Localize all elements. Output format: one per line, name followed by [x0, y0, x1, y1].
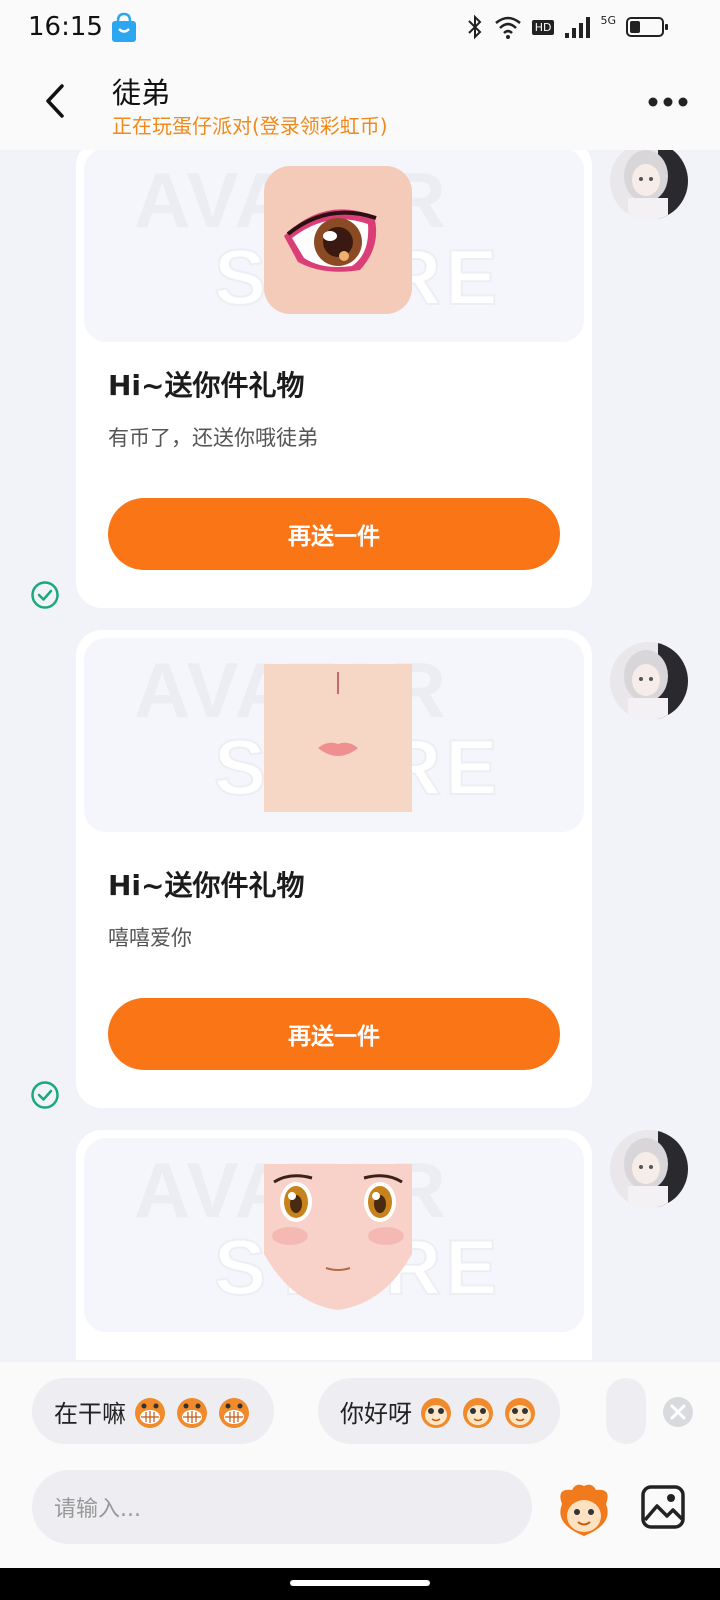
gift-face-thumbnail	[264, 664, 412, 812]
quick-reply-text: 在干嘛	[54, 1399, 126, 1428]
wave-emoji-icon	[463, 1398, 493, 1428]
quick-reply-chip[interactable]	[606, 1378, 646, 1444]
status-time: 16:15	[28, 12, 103, 42]
grin-emoji-icon	[135, 1398, 165, 1428]
close-quick-replies-icon[interactable]	[662, 1396, 694, 1428]
delivered-check-icon	[31, 581, 59, 609]
quick-replies-bar: 在干嘛 你好呀	[0, 1362, 720, 1452]
gift-anime-face-thumbnail	[264, 1164, 412, 1310]
gift-title: Hi~送你件礼物	[108, 369, 305, 402]
chat-messages[interactable]: AVATAR STORE Hi~送你件礼物 有币了，还送你哦徒弟 再送一件	[0, 150, 720, 1360]
send-another-button[interactable]: 再送一件	[108, 498, 560, 570]
gift-image-area[interactable]: AVATAR STORE	[84, 150, 584, 342]
gift-message-text: 嘻嘻爱你	[108, 926, 192, 950]
wave-emoji-icon	[505, 1398, 535, 1428]
emoji-mascot-icon[interactable]	[554, 1480, 614, 1540]
more-dots-icon	[648, 97, 688, 107]
quick-reply-chip[interactable]: 你好呀	[318, 1378, 560, 1444]
contact-status[interactable]: 正在玩蛋仔派对(登录领彩虹币)	[112, 110, 388, 139]
message-input[interactable]: 请输入...	[32, 1470, 532, 1544]
image-picker-icon[interactable]	[640, 1484, 686, 1530]
input-bar: 请输入...	[0, 1452, 720, 1568]
quick-reply-text: 你好呀	[340, 1399, 412, 1428]
battery-icon	[626, 17, 668, 37]
network-label: 5G	[600, 14, 616, 27]
delivered-check-icon	[31, 1081, 59, 1109]
gift-message-text: 有币了，还送你哦徒弟	[108, 426, 318, 450]
status-bar: 16:15 HD 5G	[0, 0, 720, 56]
send-another-button[interactable]: 再送一件	[108, 998, 560, 1070]
grin-emoji-icon	[219, 1398, 249, 1428]
grin-emoji-icon	[177, 1398, 207, 1428]
app-store-icon	[110, 12, 138, 48]
system-nav-bar	[0, 1568, 720, 1600]
gift-title: Hi~送你件礼物	[108, 869, 305, 902]
gift-image-area[interactable]: AVATAR STORE	[84, 1138, 584, 1332]
contact-name: 徒弟	[112, 76, 171, 110]
gift-message-card: AVATAR STORE Hi~送你件礼物 有币了，还送你哦徒弟 再送一件	[76, 150, 592, 608]
more-button[interactable]	[646, 94, 690, 110]
chat-header: 徒弟 正在玩蛋仔派对(登录领彩虹币)	[0, 56, 720, 150]
gift-eye-thumbnail	[264, 166, 412, 314]
gift-message-card: AVATAR STORE	[76, 1130, 592, 1360]
gift-message-card: AVATAR STORE Hi~送你件礼物 嘻嘻爱你 再送一件	[76, 630, 592, 1108]
bluetooth-icon	[468, 14, 482, 40]
home-indicator[interactable]	[290, 1580, 430, 1586]
back-button[interactable]	[34, 76, 74, 126]
sender-avatar[interactable]	[610, 150, 688, 220]
wave-emoji-icon	[421, 1398, 451, 1428]
sender-avatar[interactable]	[610, 1130, 688, 1208]
hd-badge: HD	[531, 19, 555, 35]
quick-reply-chip[interactable]: 在干嘛	[32, 1378, 274, 1444]
gift-image-area[interactable]: AVATAR STORE	[84, 638, 584, 832]
sender-avatar[interactable]	[610, 642, 688, 720]
wifi-icon	[494, 16, 521, 39]
system-icons: HD 5G	[466, 14, 670, 40]
signal-icon	[565, 17, 591, 38]
chevron-left-icon	[46, 84, 64, 118]
